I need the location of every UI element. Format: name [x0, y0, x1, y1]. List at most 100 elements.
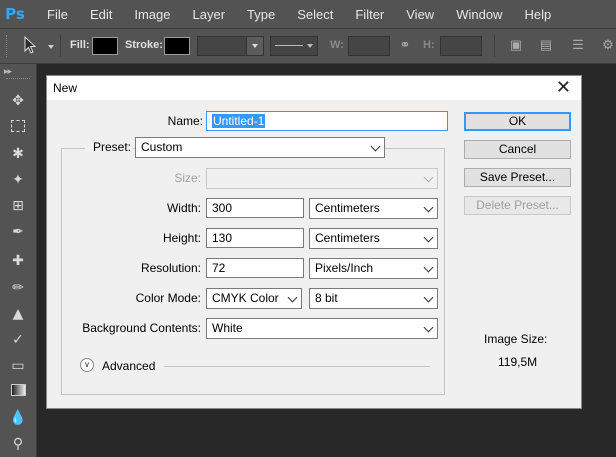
fill-swatch[interactable] [92, 37, 118, 55]
height-label: Height: [162, 231, 201, 245]
options-divider [60, 35, 61, 57]
stroke-type-dropdown[interactable] [270, 36, 318, 56]
expand-advanced-icon[interactable]: ∨ [80, 358, 94, 372]
delete-preset-button[interactable]: Delete Preset... [464, 196, 571, 215]
width-unit-select[interactable]: Centimeters [309, 198, 438, 219]
width-unit-value: Centimeters [315, 201, 380, 215]
toolbox-grip[interactable] [6, 78, 30, 81]
ok-button[interactable]: OK [464, 112, 571, 131]
size-label: Size: [174, 171, 201, 185]
width-input-value: 300 [212, 201, 233, 215]
name-label: Name: [167, 114, 203, 128]
size-select[interactable] [206, 168, 438, 189]
dialog-title: New [53, 81, 78, 95]
menu-view[interactable]: View [406, 7, 434, 22]
path-operations-icon[interactable]: ▣ [508, 37, 524, 53]
cancel-button[interactable]: Cancel [464, 140, 571, 159]
chevron-down-icon [370, 141, 381, 152]
new-document-dialog: New ✕ Name: Untitled-1 Preset: Custom Si… [46, 75, 582, 409]
height-input[interactable]: 130 [206, 228, 304, 248]
background-contents-select[interactable]: White [206, 318, 438, 339]
color-mode-select[interactable]: CMYK Color [206, 288, 302, 309]
menu-type[interactable]: Type [247, 7, 275, 22]
path-alignment-icon[interactable]: ▤ [538, 37, 554, 53]
menu-bar: Ps File Edit Image Layer Type Select Fil… [0, 0, 616, 28]
clone-stamp-icon[interactable]: ▲ [9, 305, 27, 323]
color-mode-label: Color Mode: [135, 291, 201, 305]
width-label: Width: [166, 201, 201, 215]
chevron-down-icon [287, 292, 298, 303]
background-contents-label: Background Contents: [82, 321, 201, 335]
image-size-value: 119,5M [498, 355, 538, 369]
width-input[interactable]: 300 [206, 198, 304, 218]
bit-depth-value: 8 bit [315, 291, 338, 305]
height-unit-value: Centimeters [315, 231, 380, 245]
eyedropper-icon[interactable]: ✒ [9, 223, 27, 241]
close-icon[interactable]: ✕ [556, 77, 571, 97]
menu-help[interactable]: Help [524, 7, 551, 22]
menu-image[interactable]: Image [134, 7, 170, 22]
chevron-down-icon [423, 292, 434, 303]
background-contents-value: White [212, 321, 243, 335]
dialog-titlebar[interactable]: New ✕ [47, 76, 581, 100]
path-arrangement-icon[interactable]: ☰ [570, 37, 586, 53]
preset-select[interactable]: Custom [135, 137, 385, 158]
advanced-label[interactable]: Advanced [102, 359, 155, 373]
preset-select-value: Custom [141, 140, 183, 154]
image-size-label: Image Size: [484, 332, 548, 346]
magic-wand-icon[interactable]: ✦ [9, 171, 27, 189]
advanced-divider [164, 366, 430, 367]
stroke-width-field[interactable] [197, 36, 247, 56]
options-grip [6, 35, 9, 57]
height-label: H: [423, 39, 435, 51]
shape-width-field[interactable] [348, 36, 390, 56]
resolution-label: Resolution: [140, 261, 201, 275]
stroke-label: Stroke: [125, 39, 163, 51]
resolution-input-value: 72 [212, 261, 226, 275]
stroke-swatch[interactable] [164, 37, 190, 55]
name-input-value: Untitled-1 [212, 114, 266, 128]
toolbox: ▸▸ ✥ ✱ ✦ ⊞ ✒ ✚ ✏ ▲ ✓ ▭ 💧 ⚲ [0, 64, 37, 457]
resolution-unit-select[interactable]: Pixels/Inch [309, 258, 438, 279]
dodge-icon[interactable]: ⚲ [9, 435, 27, 453]
options-divider [494, 35, 495, 57]
menu-select[interactable]: Select [297, 7, 333, 22]
menu-layer[interactable]: Layer [193, 7, 226, 22]
bit-depth-select[interactable]: 8 bit [309, 288, 438, 309]
photoshop-logo: Ps [5, 5, 25, 23]
resolution-input[interactable]: 72 [206, 258, 304, 278]
settings-gear-icon[interactable]: ⚙ [600, 37, 616, 53]
brush-icon[interactable]: ✏ [9, 279, 27, 297]
stroke-width-dropdown[interactable] [246, 36, 264, 56]
chevron-down-icon [423, 232, 434, 243]
resolution-unit-value: Pixels/Inch [315, 261, 374, 275]
save-preset-button[interactable]: Save Preset... [464, 168, 571, 187]
move-icon[interactable]: ✥ [9, 92, 27, 110]
crop-icon[interactable]: ⊞ [9, 197, 27, 215]
tool-preset-dropdown-icon[interactable] [48, 45, 54, 49]
chevron-down-icon [423, 322, 434, 333]
link-icon[interactable]: ⚭ [397, 37, 413, 53]
name-input[interactable]: Untitled-1 [206, 111, 448, 131]
collapse-arrows-icon[interactable]: ▸▸ [4, 66, 12, 77]
lasso-icon[interactable]: ✱ [9, 145, 27, 163]
menu-window[interactable]: Window [456, 7, 502, 22]
fill-label: Fill: [70, 39, 90, 51]
height-unit-select[interactable]: Centimeters [309, 228, 438, 249]
shape-height-field[interactable] [440, 36, 482, 56]
chevron-down-icon [423, 172, 434, 183]
marquee-icon[interactable] [9, 119, 27, 137]
menu-edit[interactable]: Edit [90, 7, 112, 22]
chevron-down-icon [423, 202, 434, 213]
pointer-icon[interactable] [22, 35, 38, 57]
healing-brush-icon[interactable]: ✚ [9, 252, 27, 270]
chevron-down-icon [423, 262, 434, 273]
menu-filter[interactable]: Filter [355, 7, 384, 22]
gradient-icon[interactable] [9, 383, 27, 401]
options-bar: Fill: Stroke: W: ⚭ H: ▣ ▤ ☰ ⚙ [0, 28, 616, 64]
width-label: W: [330, 39, 344, 51]
menu-file[interactable]: File [47, 7, 68, 22]
history-brush-icon[interactable]: ✓ [9, 331, 27, 349]
eraser-icon[interactable]: ▭ [9, 357, 27, 375]
blur-icon[interactable]: 💧 [9, 409, 27, 427]
